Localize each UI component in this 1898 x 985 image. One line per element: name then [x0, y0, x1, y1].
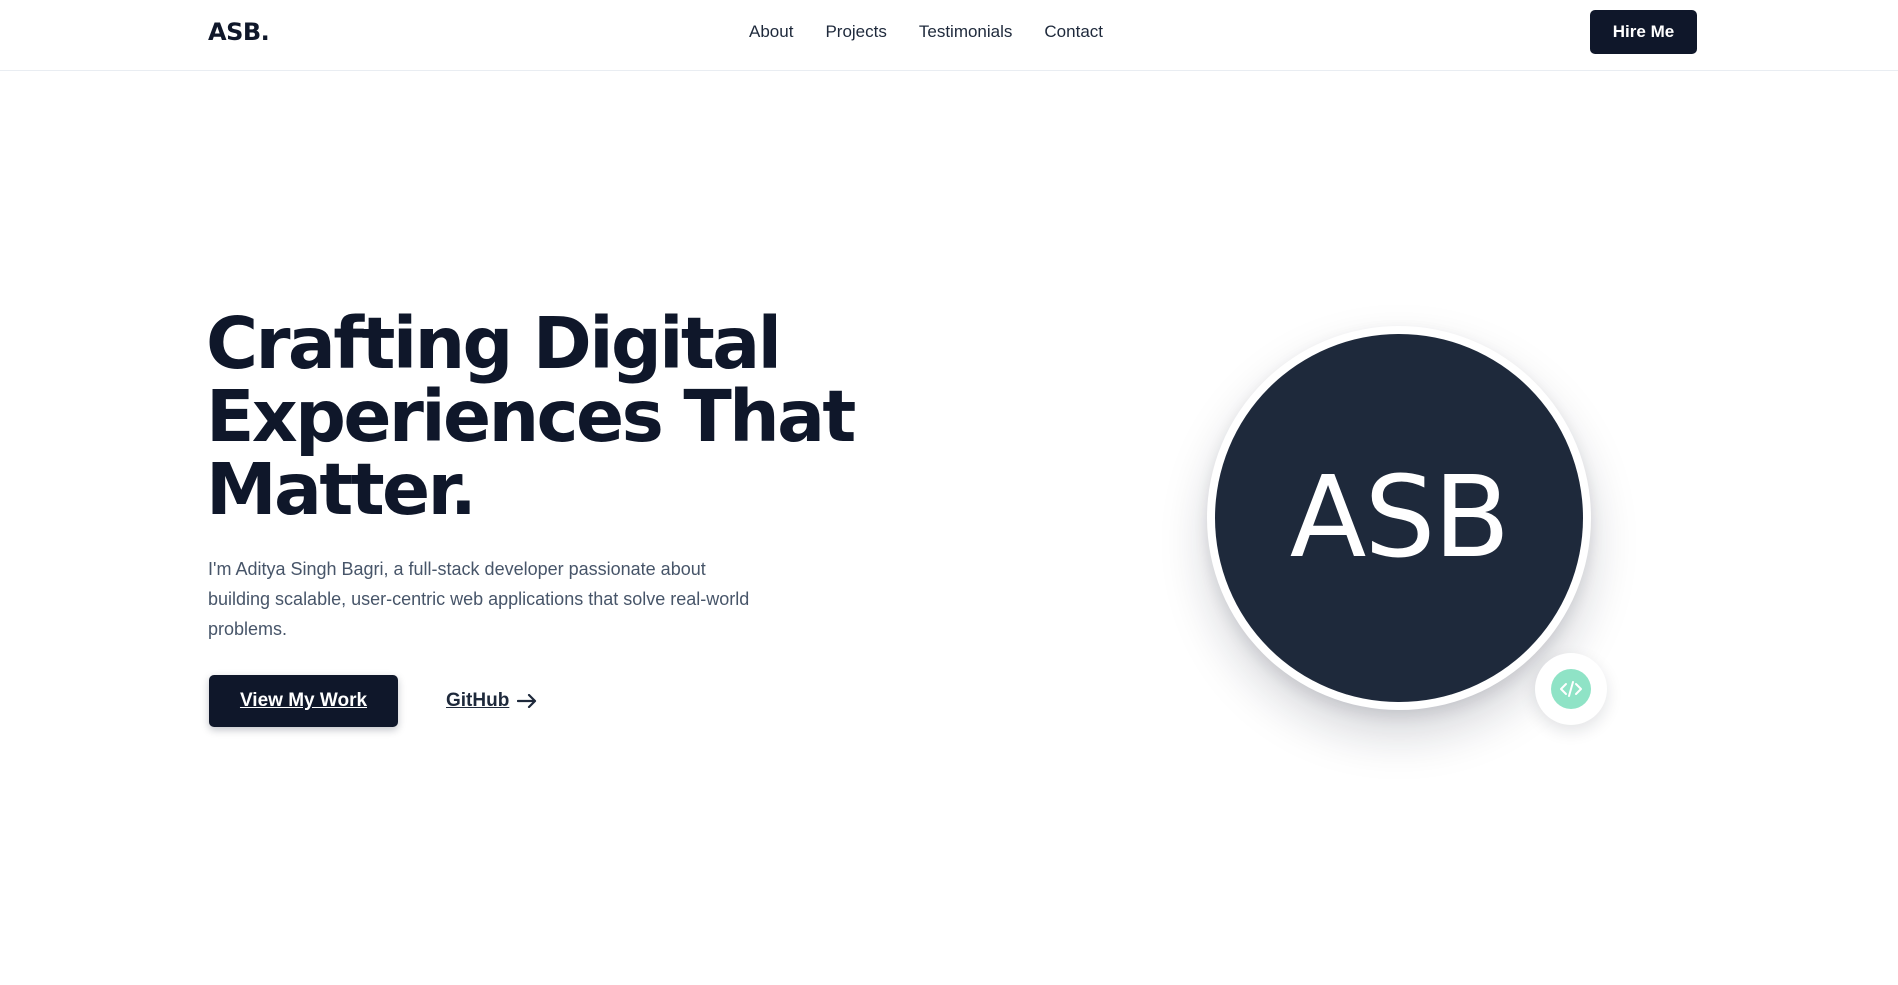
headline-line-1: Crafting Digital: [206, 302, 782, 385]
main-nav: About Projects Testimonials Contact: [749, 21, 1135, 43]
nav-link-contact[interactable]: Contact: [1044, 21, 1103, 43]
top-navigation-bar: ASB. About Projects Testimonials Contact…: [0, 0, 1898, 71]
hero-intro: I'm Aditya Singh Bagri, a full-stack dev…: [208, 559, 750, 639]
avatar-ring: ASB: [1207, 326, 1591, 710]
hero-headline: Crafting Digital Experiences That Matter…: [206, 307, 906, 526]
avatar: ASB: [1215, 334, 1583, 702]
headline-line-2: Experiences That: [206, 375, 856, 458]
github-link[interactable]: GitHub: [446, 688, 537, 714]
code-icon: [1551, 669, 1591, 709]
headline-line-3: Matter.: [206, 448, 477, 531]
nav-link-testimonials[interactable]: Testimonials: [919, 21, 1013, 43]
github-link-label: GitHub: [446, 690, 510, 711]
avatar-initials: ASB: [1289, 453, 1511, 583]
hire-me-button[interactable]: Hire Me: [1590, 10, 1697, 54]
view-my-work-button[interactable]: View My Work: [209, 675, 398, 727]
code-badge: [1535, 653, 1607, 725]
nav-link-about[interactable]: About: [749, 21, 793, 43]
nav-link-projects[interactable]: Projects: [825, 21, 886, 43]
brand-logo[interactable]: ASB.: [208, 17, 270, 47]
arrow-right-icon: [517, 694, 537, 708]
